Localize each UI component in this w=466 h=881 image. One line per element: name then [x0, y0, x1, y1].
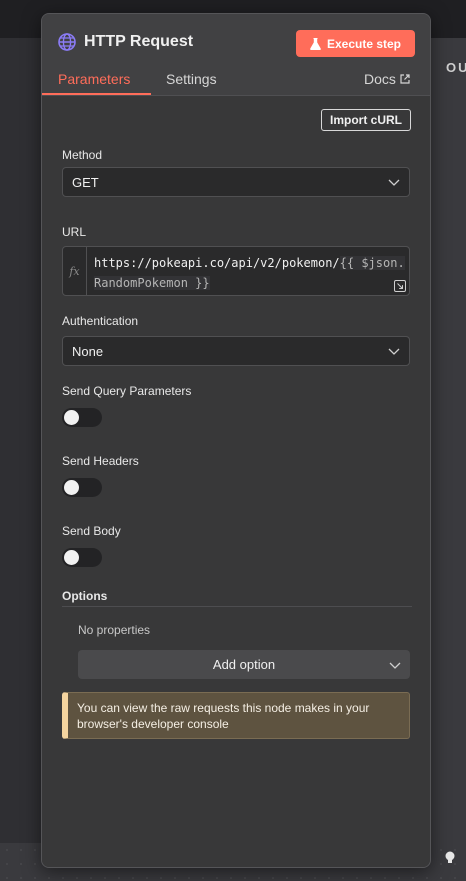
chevron-down-icon — [388, 179, 400, 186]
method-value: GET — [72, 174, 99, 190]
url-expression-field[interactable]: fx https://pokeapi.co/api/v2/pokemon/{{ … — [62, 246, 410, 296]
options-label: Options — [62, 589, 108, 603]
lightbulb-icon[interactable] — [444, 851, 456, 865]
external-link-icon — [400, 74, 410, 84]
output-panel — [430, 38, 466, 843]
output-panel-label: OU — [446, 60, 466, 75]
execute-step-label: Execute step — [326, 36, 402, 51]
add-option-dropdown[interactable]: Add option — [78, 650, 410, 679]
send-body-toggle[interactable] — [62, 548, 102, 567]
import-curl-button[interactable]: Import cURL — [321, 109, 411, 131]
url-static-text: https://pokeapi.co/api/v2/pokemon/ — [94, 256, 340, 270]
docs-label: Docs — [364, 71, 396, 87]
method-label: Method — [62, 148, 103, 162]
execute-step-button[interactable]: Execute step — [296, 30, 415, 57]
panel-header: HTTP Request Execute step Parameters Set… — [42, 14, 430, 96]
docs-link[interactable]: Docs — [364, 71, 410, 87]
tab-settings[interactable]: Settings — [166, 71, 217, 87]
node-title[interactable]: HTTP Request — [84, 33, 193, 51]
tab-parameters[interactable]: Parameters — [58, 71, 130, 87]
add-option-label: Add option — [212, 657, 276, 672]
send-query-toggle[interactable] — [62, 408, 102, 427]
send-headers-toggle[interactable] — [62, 478, 102, 497]
authentication-label: Authentication — [62, 314, 139, 328]
expand-editor-icon[interactable] — [394, 280, 406, 292]
toggle-knob — [64, 480, 79, 495]
toggle-knob — [64, 550, 79, 565]
send-headers-label: Send Headers — [62, 454, 139, 468]
toggle-knob — [64, 410, 79, 425]
url-label: URL — [62, 225, 87, 239]
chevron-down-icon — [388, 348, 400, 355]
no-properties-text: No properties — [78, 623, 151, 637]
active-tab-indicator — [42, 93, 151, 95]
node-details-panel: HTTP Request Execute step Parameters Set… — [41, 13, 431, 868]
authentication-value: None — [72, 343, 104, 359]
parameters-body: Import cURL Method GET URL fx https://po… — [42, 96, 430, 867]
url-value[interactable]: https://pokeapi.co/api/v2/pokemon/{{ $js… — [94, 253, 406, 293]
send-query-label: Send Query Parameters — [62, 384, 192, 398]
globe-icon — [58, 33, 76, 51]
flask-icon — [310, 37, 321, 50]
developer-console-notice: You can view the raw requests this node … — [62, 692, 410, 739]
send-body-label: Send Body — [62, 524, 121, 538]
method-select[interactable]: GET — [62, 167, 410, 197]
expression-fx-icon: fx — [63, 247, 87, 295]
options-divider — [62, 606, 412, 607]
authentication-select[interactable]: None — [62, 336, 410, 366]
chevron-down-icon — [389, 662, 401, 669]
